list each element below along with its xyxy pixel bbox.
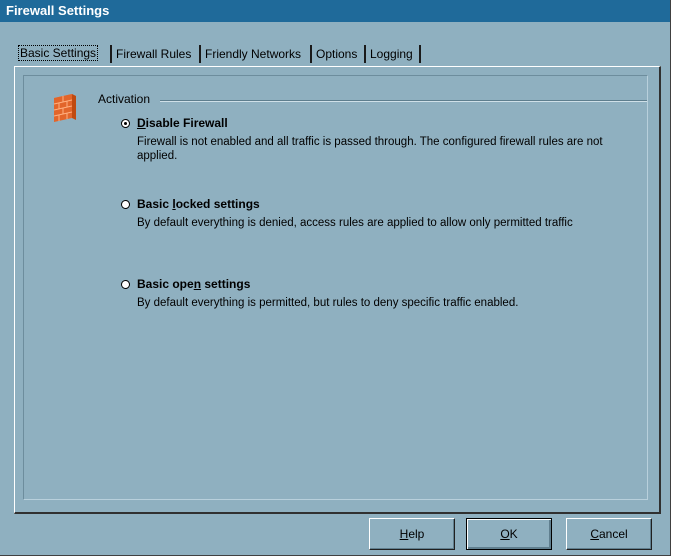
basic-open-label[interactable]: Basic open settings <box>137 277 250 291</box>
cancel-button[interactable]: Cancel <box>566 518 652 550</box>
brick-wall-icon <box>50 90 80 129</box>
basic-settings-panel: Activation Disable Firewall Firewall is … <box>14 66 661 514</box>
basic-open-description: By default everything is permitted, but … <box>137 297 519 309</box>
tab-options[interactable]: Options <box>316 43 357 65</box>
tab-label: Firewall Rules <box>116 47 192 61</box>
tab-separator <box>364 45 366 63</box>
disable-firewall-description: Firewall is not enabled and all traffic … <box>137 136 603 162</box>
tab-separator <box>110 45 112 63</box>
basic-locked-description: By default everything is denied, access … <box>137 217 573 229</box>
tab-label: Friendly Networks <box>205 47 302 61</box>
tab-separator <box>310 45 312 63</box>
tab-label: Basic Settings <box>18 45 99 61</box>
tab-label: Options <box>316 47 358 61</box>
tab-label: Logging <box>370 47 413 61</box>
tab-logging[interactable]: Logging <box>370 43 413 65</box>
group-divider <box>160 100 647 102</box>
activation-group-label: Activation <box>98 92 151 106</box>
radio-button[interactable] <box>121 280 130 289</box>
tab-separator <box>199 45 201 63</box>
tab-friendly-networks[interactable]: Friendly Networks <box>205 43 301 65</box>
help-button[interactable]: Help <box>369 518 455 550</box>
firewall-settings-dialog: Firewall Settings Basic Settings Firewal… <box>0 0 671 556</box>
window-title: Firewall Settings <box>6 3 110 18</box>
ok-button[interactable]: OK <box>466 518 552 550</box>
radio-button-checked[interactable] <box>121 119 130 128</box>
disable-firewall-label[interactable]: Disable Firewall <box>137 116 228 130</box>
tab-basic-settings[interactable]: Basic Settings <box>18 41 99 65</box>
tab-separator <box>419 45 421 63</box>
tab-firewall-rules[interactable]: Firewall Rules <box>116 43 191 65</box>
title-bar[interactable]: Firewall Settings <box>0 0 670 22</box>
basic-locked-label[interactable]: Basic locked settings <box>137 197 260 211</box>
radio-button[interactable] <box>121 200 130 209</box>
